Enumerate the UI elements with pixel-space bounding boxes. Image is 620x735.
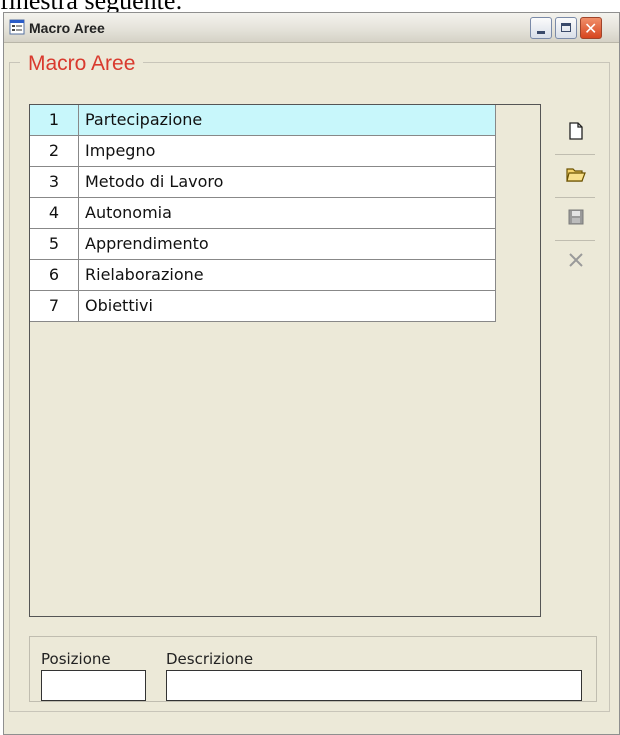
table-row[interactable]: 3 Metodo di Lavoro (30, 167, 496, 198)
table-row[interactable]: 1 Partecipazione (30, 105, 496, 136)
maximize-icon (561, 23, 571, 32)
row-number-cell: 6 (30, 260, 79, 291)
row-description-cell: Rielaborazione (79, 260, 496, 291)
row-number-cell: 2 (30, 136, 79, 167)
window-title: Macro Aree (29, 20, 105, 36)
toolbar-separator (555, 240, 595, 241)
macro-aree-grid[interactable]: 1 Partecipazione 2 Impegno 3 Metodo di Lavoro… (29, 104, 541, 617)
table-row[interactable]: 2 Impegno (30, 136, 496, 167)
row-description-cell: Apprendimento (79, 229, 496, 260)
table-row[interactable]: 4 Autonomia (30, 198, 496, 229)
row-number-cell: 3 (30, 167, 79, 198)
row-number-cell: 4 (30, 198, 79, 229)
row-number-cell: 5 (30, 229, 79, 260)
app-window-icon (9, 19, 25, 35)
delete-button[interactable] (553, 245, 597, 275)
new-button[interactable] (553, 116, 597, 146)
toolbar-separator (555, 197, 595, 198)
save-button[interactable] (553, 202, 597, 232)
table-row[interactable]: 5 Apprendimento (30, 229, 496, 260)
row-description-cell: Obiettivi (79, 291, 496, 322)
posizione-label: Posizione (41, 650, 111, 668)
save-disk-icon (568, 209, 584, 225)
delete-x-icon (569, 253, 583, 267)
posizione-input[interactable] (41, 670, 146, 701)
row-description-cell: Impegno (79, 136, 496, 167)
descrizione-label: Descrizione (166, 650, 254, 668)
group-title: Macro Aree (20, 52, 144, 76)
row-description-cell: Partecipazione (79, 105, 496, 136)
row-number-cell: 7 (30, 291, 79, 322)
close-icon: ✕ (584, 19, 598, 38)
maximize-button[interactable] (555, 17, 577, 39)
title-bar[interactable]: Macro Aree ✕ (4, 13, 619, 43)
open-folder-icon (566, 168, 586, 182)
row-description-cell: Autonomia (79, 198, 496, 229)
minimize-button[interactable] (530, 17, 552, 39)
descrizione-input[interactable] (166, 670, 582, 701)
new-document-icon (569, 122, 583, 140)
close-button[interactable]: ✕ (580, 17, 602, 39)
row-description-cell: Metodo di Lavoro (79, 167, 496, 198)
open-button[interactable] (553, 159, 597, 189)
table-row[interactable]: 7 Obiettivi (30, 291, 496, 322)
row-number-cell: 1 (30, 105, 79, 136)
table-row[interactable]: 6 Rielaborazione (30, 260, 496, 291)
toolbar-separator (555, 154, 595, 155)
minimize-icon (537, 31, 545, 34)
